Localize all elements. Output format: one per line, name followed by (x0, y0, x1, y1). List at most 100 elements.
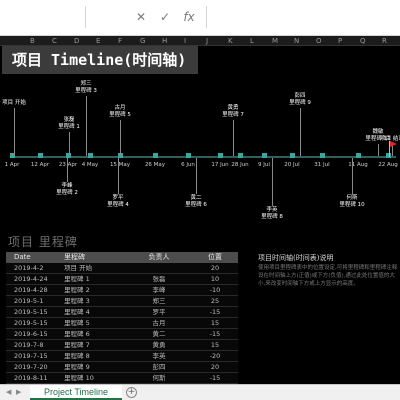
column-letter[interactable]: Q (360, 36, 366, 46)
cell-date[interactable]: 2019-7-15 (6, 351, 64, 361)
cell-milestone[interactable]: 里程碑 8 (64, 351, 126, 361)
table-row[interactable]: 2019-4-28 里程碑 2 李峰 -10 (6, 285, 238, 296)
milestone-label-line: 里程碑 10 (339, 202, 365, 208)
cell-position[interactable]: 25 (192, 296, 238, 306)
milestone-stem (86, 96, 87, 156)
milestone-label: 黄勇 里程碑 7 (222, 105, 244, 119)
cell-position[interactable]: 10 (192, 274, 238, 284)
cell-date[interactable]: 2019-4-24 (6, 274, 64, 284)
timeline-tick (88, 153, 93, 158)
column-letter[interactable]: K (228, 36, 233, 46)
timeline-tick (356, 153, 361, 158)
column-letter[interactable]: G (140, 36, 145, 46)
cell-position[interactable]: 20 (192, 362, 238, 372)
name-box[interactable] (0, 6, 86, 28)
table-row[interactable]: 2019-6-15 里程碑 6 黄二 -15 (6, 329, 238, 340)
cell-owner[interactable]: 何斯 (126, 373, 192, 383)
cell-owner[interactable]: 黄勇 (126, 340, 192, 350)
column-letter[interactable]: J (206, 36, 208, 46)
table-row[interactable]: 2019-7-15 里程碑 8 李英 -20 (6, 351, 238, 362)
column-letter[interactable]: I (184, 36, 186, 46)
cell-date[interactable]: 2019-8-11 (6, 373, 64, 383)
cell-milestone[interactable]: 里程碑 9 (64, 362, 126, 372)
column-letter[interactable]: D (74, 36, 79, 46)
insert-function-button[interactable]: fx (180, 8, 198, 26)
timeline-tick (320, 153, 325, 158)
cell-date[interactable]: 2019-4-28 (6, 285, 64, 295)
table-row[interactable]: 2019-7-8 里程碑 7 黄勇 15 (6, 340, 238, 351)
table-row[interactable]: 2019-7-20 里程碑 9 彭四 20 (6, 362, 238, 373)
column-letter[interactable]: H (162, 36, 167, 46)
milestones-table: Date 里程碑 负责人 位置 2019-4-2 项目 开始 20 2019-4-24… (6, 252, 238, 384)
add-sheet-button[interactable]: + (126, 387, 137, 398)
cell-position[interactable]: 15 (192, 340, 238, 350)
column-letter[interactable]: C (52, 36, 57, 46)
sheet-tab-project-timeline[interactable]: Project Timeline (30, 385, 122, 400)
next-sheet-icon[interactable]: ▶ (16, 388, 21, 396)
cell-date[interactable]: 2019-5-15 (6, 307, 64, 317)
cell-date[interactable]: 2019-7-20 (6, 362, 64, 372)
column-letter[interactable]: R (382, 36, 387, 46)
cell-owner[interactable]: 罗平 (126, 307, 192, 317)
cell-milestone[interactable]: 里程碑 10 (64, 373, 126, 383)
cell-milestone[interactable]: 里程碑 1 (64, 274, 126, 284)
column-letter[interactable]: L (250, 36, 254, 46)
cell-date[interactable]: 2019-7-8 (6, 340, 64, 350)
column-letter[interactable]: E (96, 36, 100, 46)
timeline-chart: 1 Apr 12 Apr 23 Apr 4 May 15 May 26 May 6 Jun 1… (0, 74, 400, 224)
timeline-tick (186, 153, 191, 158)
cell-owner[interactable]: 黄二 (126, 329, 192, 339)
table-row[interactable]: 2019-5-1 里程碑 3 郑三 25 (6, 296, 238, 307)
timeline-date-label: 31 Jul (314, 162, 330, 168)
cell-milestone[interactable]: 里程碑 7 (64, 340, 126, 350)
cell-owner[interactable]: 李峰 (126, 285, 192, 295)
cell-milestone[interactable]: 里程碑 4 (64, 307, 126, 317)
column-letter[interactable]: N (294, 36, 299, 46)
table-row[interactable]: 2019-4-24 里程碑 1 张磊 10 (6, 274, 238, 285)
cell-position[interactable]: -15 (192, 373, 238, 383)
milestone-label-line: 里程碑 2 (56, 190, 78, 196)
column-letter[interactable]: P (338, 36, 342, 46)
cell-milestone[interactable]: 里程碑 6 (64, 329, 126, 339)
cell-position[interactable]: -10 (192, 285, 238, 295)
column-letter[interactable]: O (316, 36, 322, 46)
cell-owner[interactable]: 张磊 (126, 274, 192, 284)
cancel-icon[interactable]: ✕ (132, 8, 150, 26)
cell-position[interactable]: -15 (192, 307, 238, 317)
column-letter[interactable]: F (118, 36, 122, 46)
table-row[interactable]: 2019-8-11 里程碑 10 何斯 -15 (6, 373, 238, 384)
cell-owner[interactable]: 郑三 (126, 296, 192, 306)
timeline-tick (218, 153, 223, 158)
cell-milestone[interactable]: 里程碑 5 (64, 318, 126, 328)
column-letter[interactable]: B (30, 36, 35, 46)
cell-position[interactable]: -20 (192, 351, 238, 361)
milestone-label-line: 李峰 (61, 183, 73, 189)
prev-sheet-icon[interactable]: ◀ (6, 388, 11, 396)
cell-position[interactable]: -15 (192, 329, 238, 339)
enter-icon[interactable]: ✓ (156, 8, 174, 26)
cell-owner[interactable]: 彭四 (126, 362, 192, 372)
cell-position[interactable]: 15 (192, 318, 238, 328)
cell-date[interactable]: 2019-6-15 (6, 329, 64, 339)
cell-milestone[interactable]: 里程碑 3 (64, 296, 126, 306)
milestone-label: 张磊 里程碑 1 (58, 117, 80, 131)
table-row[interactable]: 2019-5-15 里程碑 5 古月 15 (6, 318, 238, 329)
table-row[interactable]: 2019-5-15 里程碑 4 罗平 -15 (6, 307, 238, 318)
note-text: 使用项目里程碑表中的位置设定,可将里程碑和里程碑注释设在时间轴上方(正值)或下方… (258, 265, 398, 287)
milestone-label: 何斯 里程碑 10 (339, 195, 364, 209)
cell-date[interactable]: 2019-5-1 (6, 296, 64, 306)
milestone-label: 李峰 里程碑 2 (56, 183, 78, 197)
formula-input[interactable] (206, 6, 400, 28)
cell-milestone[interactable]: 里程碑 2 (64, 285, 126, 295)
milestone-stem (118, 158, 119, 194)
cell-date[interactable]: 2019-4-2 (6, 263, 64, 273)
cell-owner[interactable]: 古月 (126, 318, 192, 328)
cell-milestone[interactable]: 项目 开始 (64, 263, 126, 273)
table-row[interactable]: 2019-4-2 项目 开始 20 (6, 263, 238, 274)
cell-date[interactable]: 2019-5-15 (6, 318, 64, 328)
cell-owner[interactable]: 李英 (126, 351, 192, 361)
cell-position[interactable]: 20 (192, 263, 238, 273)
milestone-label-line: 里程碑 8 (261, 214, 283, 220)
column-letter[interactable]: M (272, 36, 278, 46)
cell-owner[interactable] (126, 263, 192, 273)
